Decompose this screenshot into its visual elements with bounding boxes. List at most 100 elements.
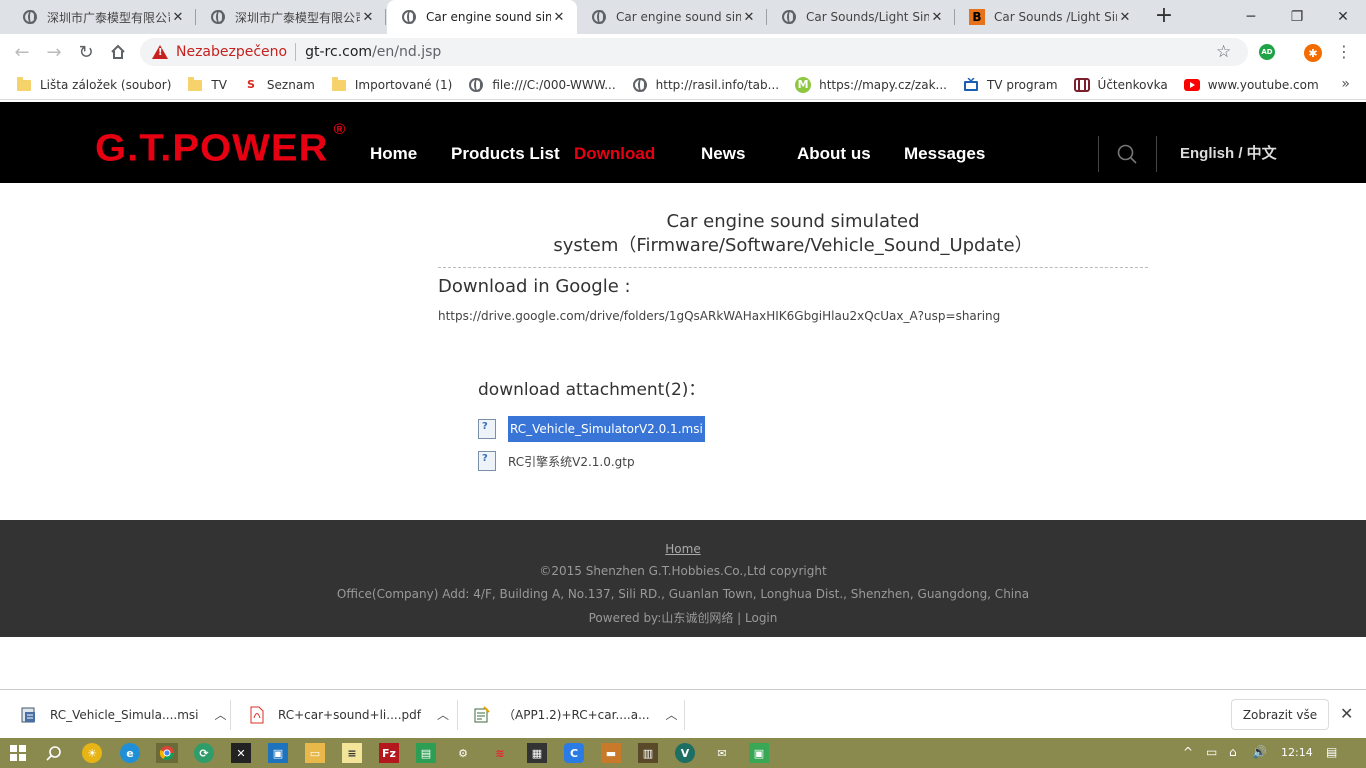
bookmarks-overflow-icon[interactable]: »: [1341, 76, 1350, 92]
volume-icon[interactable]: 🔊: [1252, 745, 1267, 759]
app-icon[interactable]: ≋: [490, 743, 510, 763]
download-item[interactable]: （APP1.2)+RC+car....a... ︿: [453, 690, 678, 739]
network-icon[interactable]: ⌂: [1229, 745, 1237, 759]
address-bar[interactable]: Nezabezpečeno gt-rc.com/en/nd.jsp: [140, 38, 1248, 66]
app-icon[interactable]: ✕: [231, 743, 251, 763]
minimize-button[interactable]: ─: [1228, 0, 1274, 34]
footer-address: Office(Company) Add: 4/F, Building A, No…: [336, 587, 1030, 601]
bookmark-item[interactable]: S Seznam: [243, 77, 315, 93]
edge-icon[interactable]: e: [120, 743, 140, 763]
bookmarks-bar: Lišta záložek (soubor) TV S Seznam Impor…: [0, 70, 1366, 100]
chevron-up-icon[interactable]: ︿: [437, 706, 449, 723]
nav-download[interactable]: Download: [574, 144, 655, 164]
globe-icon: [401, 9, 417, 25]
bookmark-star-icon[interactable]: ☆: [1216, 42, 1231, 62]
close-tab-icon[interactable]: ✕: [551, 10, 567, 25]
nav-about-us[interactable]: About us: [797, 144, 871, 164]
search-icon[interactable]: [1117, 144, 1137, 164]
seznam-icon: S: [246, 78, 255, 91]
close-tab-icon[interactable]: ✕: [929, 10, 945, 25]
nav-news[interactable]: News: [701, 144, 745, 164]
close-tab-icon[interactable]: ✕: [360, 10, 376, 25]
mail-icon[interactable]: ✉: [712, 743, 732, 763]
footer-home-link[interactable]: Home: [0, 542, 1366, 556]
close-window-button[interactable]: ✕: [1320, 0, 1366, 34]
bookmark-item[interactable]: Lišta záložek (soubor): [16, 77, 171, 93]
app-icon[interactable]: ☀: [82, 743, 102, 763]
show-all-downloads-button[interactable]: Zobrazit vše: [1231, 699, 1329, 730]
footer-powered[interactable]: Powered by:山东诚创网络 | Login: [0, 609, 1366, 626]
bookmark-item[interactable]: www.youtube.com: [1183, 77, 1319, 93]
download-item[interactable]: RC+car+sound+li....pdf ︿: [228, 690, 449, 739]
file-explorer-icon[interactable]: ▭: [305, 743, 325, 763]
close-tab-icon[interactable]: ✕: [170, 10, 186, 25]
app-icon[interactable]: ▦: [527, 743, 547, 763]
bookmark-item[interactable]: TV program: [963, 77, 1058, 93]
chevron-up-icon[interactable]: ︿: [666, 706, 678, 723]
chrome-icon[interactable]: [156, 743, 178, 763]
bookmark-item[interactable]: http://rasil.info/tab...: [632, 77, 779, 93]
tab-4[interactable]: Car engine sound simulated ✕: [577, 0, 767, 34]
nav-messages[interactable]: Messages: [904, 144, 985, 164]
filezilla-icon[interactable]: Fz: [379, 743, 399, 763]
tab-3-active[interactable]: Car engine sound simulated ✕: [387, 0, 577, 34]
folder-icon: [16, 77, 32, 93]
attachment-link[interactable]: RC引擎系统V2.1.0.gtp: [508, 453, 635, 470]
new-tab-button[interactable]: +: [1152, 5, 1176, 29]
windows-start-icon[interactable]: [8, 743, 28, 763]
tray-arrow-icon[interactable]: ^: [1183, 745, 1193, 759]
app-icon[interactable]: ⚙: [453, 743, 473, 763]
attachment-item[interactable]: RC_Vehicle_SimulatorV2.0.1.msi: [478, 415, 705, 443]
footer-copyright: ©2015 Shenzhen G.T.Hobbies.Co.,Ltd copyr…: [539, 564, 827, 578]
language-switch[interactable]: English / 中文: [1180, 142, 1277, 163]
windows-taskbar: ☀ e ⟳ ✕ ▣ ▭ ≡ Fz ▤ ⚙ ≋ ▦ C ▬ ▥ V ✉ ▣ ^ ▭…: [0, 738, 1366, 768]
app-icon[interactable]: V: [675, 743, 695, 763]
app-icon[interactable]: ⟳: [194, 743, 214, 763]
forward-arrow-icon[interactable]: →: [42, 40, 66, 64]
app-icon[interactable]: ▥: [638, 743, 658, 763]
close-tab-icon[interactable]: ✕: [1117, 10, 1133, 25]
download-item[interactable]: RC_Vehicle_Simula....msi ︿: [0, 690, 227, 739]
tab-5[interactable]: Car Sounds/Light Simulator ✕: [767, 0, 955, 34]
app-icon[interactable]: ▣: [268, 743, 288, 763]
tab-2[interactable]: 深圳市广泰模型有限公司 ✕: [196, 0, 386, 34]
nav-home[interactable]: Home: [370, 144, 417, 164]
tab-1[interactable]: 深圳市广泰模型有限公司 ✕: [8, 0, 196, 34]
home-icon[interactable]: [106, 40, 130, 64]
bookmark-item[interactable]: Importované (1): [331, 77, 452, 93]
google-download-heading: Download in Google :: [438, 276, 631, 297]
back-arrow-icon[interactable]: ←: [10, 40, 34, 64]
search-icon[interactable]: [44, 743, 64, 763]
gtpower-logo[interactable]: G.T.POWER ®: [95, 121, 345, 170]
divider: [438, 267, 1148, 268]
nav-products-list[interactable]: Products List: [451, 144, 560, 164]
attachment-link[interactable]: RC_Vehicle_SimulatorV2.0.1.msi: [508, 416, 705, 442]
reload-icon[interactable]: ↻: [74, 40, 98, 64]
google-drive-link[interactable]: https://drive.google.com/drive/folders/1…: [438, 309, 1000, 323]
close-tab-icon[interactable]: ✕: [741, 10, 757, 25]
restore-button[interactable]: ❐: [1274, 0, 1320, 34]
battery-icon[interactable]: ▭: [1206, 745, 1217, 759]
globe-icon: [781, 9, 797, 25]
close-shelf-icon[interactable]: ✕: [1340, 704, 1353, 723]
bookmark-item[interactable]: TV: [187, 77, 227, 93]
tab-6[interactable]: B Car Sounds /Light Simulator ✕: [955, 0, 1143, 34]
notifications-icon[interactable]: ▤: [1326, 745, 1337, 759]
uctenkovka-icon: [1073, 77, 1090, 93]
app-icon[interactable]: C: [564, 743, 584, 763]
avast-extension-icon[interactable]: ✱: [1304, 44, 1322, 62]
bookmark-item[interactable]: M https://mapy.cz/zak...: [795, 76, 947, 93]
adblock-extension-icon[interactable]: AD: [1259, 44, 1275, 60]
app-icon[interactable]: ▬: [601, 743, 621, 763]
browser-menu-icon[interactable]: ⋮: [1336, 42, 1352, 61]
security-label[interactable]: Nezabezpečeno: [176, 44, 287, 60]
bookmark-item[interactable]: file:///C:/000-WWW...: [468, 77, 616, 93]
clock[interactable]: 12:14: [1281, 746, 1313, 759]
notepad-icon[interactable]: ≡: [342, 743, 362, 763]
unknown-file-icon: [478, 451, 496, 471]
app-icon[interactable]: ▣: [749, 743, 769, 763]
chevron-up-icon[interactable]: ︿: [215, 706, 227, 723]
bookmark-item[interactable]: Účtenkovka: [1073, 77, 1168, 93]
app-icon[interactable]: ▤: [416, 743, 436, 763]
attachment-item[interactable]: RC引擎系统V2.1.0.gtp: [478, 447, 635, 475]
